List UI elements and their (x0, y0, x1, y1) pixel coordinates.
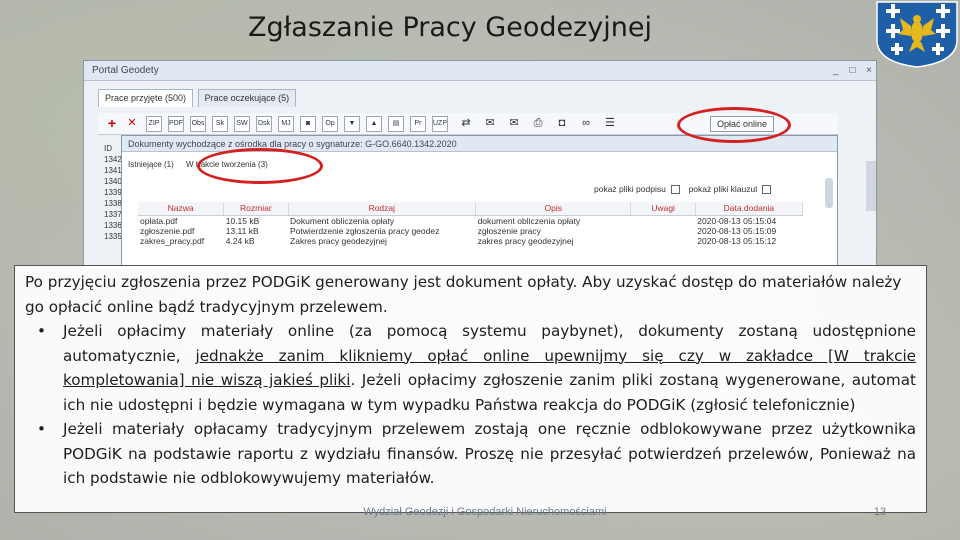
table-row[interactable]: opłata.pdf 10.15 kB Dokument obliczenia … (138, 215, 803, 226)
window-title: Portal Geodety (92, 65, 159, 76)
cell-name: zakres_pracy.pdf (140, 235, 205, 246)
maximize-icon[interactable]: □ (849, 61, 855, 81)
op-button[interactable]: Op (322, 116, 338, 132)
coat-of-arms-icon (876, 1, 958, 68)
col-notes[interactable]: Uwagi (630, 202, 696, 216)
tab-existing[interactable]: Istniejące (1) (128, 160, 174, 169)
cell-date: 2020-08-13 05:15:12 (697, 235, 777, 246)
chat-icon[interactable]: ✉ (482, 116, 498, 132)
print-icon[interactable]: ⎙ (530, 116, 546, 132)
cell-date: 2020-08-13 05:15:09 (697, 225, 777, 236)
window-scrollbar[interactable] (866, 161, 876, 211)
add-icon[interactable]: + (104, 116, 120, 132)
mj-button[interactable]: MJ (278, 116, 294, 132)
camera-icon[interactable]: ◙ (300, 116, 316, 132)
uzp-button[interactable]: UZP (432, 116, 448, 132)
col-desc[interactable]: Opis (475, 202, 632, 216)
cell-type: Potwierdzenie zgłoszenia pracy geodez (290, 225, 440, 236)
signature-checkbox[interactable] (671, 185, 681, 195)
cell-desc: zakres pracy geodezyjnej (477, 235, 574, 246)
cell-name: zgłoszenie.pdf (140, 225, 195, 236)
col-name[interactable]: Nazwa (138, 202, 225, 216)
table-row[interactable]: zakres_pracy.pdf 4.24 kB Zakres pracy ge… (138, 236, 803, 246)
in-progress-tab-highlight (197, 148, 323, 184)
cell-size: 13.11 kB (225, 225, 259, 236)
camera2-icon[interactable]: ◘ (554, 116, 570, 132)
file-icon[interactable]: ▤ (388, 116, 404, 132)
cell-type: Dokument obliczenia opłaty (290, 215, 394, 226)
download-icon[interactable]: ▼ (344, 116, 360, 132)
clause-checkbox[interactable] (762, 185, 772, 195)
close-icon[interactable]: × (866, 61, 872, 81)
cell-size: 4.24 kB (225, 235, 255, 246)
bullet-mark: • (37, 420, 46, 438)
intro-paragraph: Po przyjęciu zgłoszenia przez PODGiK gen… (25, 273, 902, 316)
bullet-online: • Jeżeli opłacimy materiały online (za p… (25, 319, 916, 417)
slide-title: Zgłaszanie Pracy Geodezyjnej (248, 12, 652, 43)
obs-button[interactable]: Obs (190, 116, 206, 132)
dsk-button[interactable]: Dsk (256, 116, 272, 132)
cell-name: opłata.pdf (140, 215, 178, 226)
pdf-button[interactable]: PDF (168, 116, 184, 132)
cell-desc: zgłoszenie pracy (477, 225, 541, 236)
sk-button[interactable]: Sk (212, 116, 228, 132)
bullet-transfer: • Jeżeli materiały opłacamy tradycyjnym … (25, 417, 916, 491)
col-date[interactable]: Data dodania (695, 202, 804, 216)
upload-icon[interactable]: ▲ (366, 116, 382, 132)
clause-checkbox-label: pokaż pliki klauzul (688, 184, 758, 194)
minimize-icon[interactable]: _ (833, 61, 839, 81)
pr-button[interactable]: Pr (410, 116, 426, 132)
tab-bar: Prace przyjęte (500) Prace oczekujące (5… (98, 89, 298, 107)
pay-online-highlight (677, 107, 791, 143)
table-header-row: Nazwa Rozmiar Rodzaj Opis Uwagi Data dod… (138, 202, 804, 216)
close-icon[interactable]: ✕ (124, 116, 140, 132)
bullet-transfer-text: Jeżeli materiały opłacamy tradycyjnym pr… (63, 420, 916, 487)
list-icon[interactable]: ☰ (602, 116, 618, 132)
binoculars-icon[interactable]: ∞ (578, 116, 594, 132)
sw-button[interactable]: SW (234, 116, 250, 132)
zip-button[interactable]: ZIP (146, 116, 162, 132)
documents-table: Nazwa Rozmiar Rodzaj Opis Uwagi Data dod… (138, 202, 804, 246)
tab-accepted[interactable]: Prace przyjęte (500) (98, 89, 194, 107)
cell-date: 2020-08-13 05:15:04 (697, 215, 777, 226)
table-row[interactable]: zgłoszenie.pdf 13.11 kB Potwierdzenie zg… (138, 226, 803, 236)
bullet-mark: • (37, 322, 46, 340)
mail-icon[interactable]: ✉ (506, 116, 522, 132)
cell-desc: dokument obliczenia opłaty (477, 215, 581, 226)
cell-notes (631, 236, 695, 246)
tab-pending[interactable]: Prace oczekujące (5) (197, 89, 297, 107)
cell-notes (631, 226, 695, 236)
col-type[interactable]: Rodzaj (288, 202, 477, 216)
col-size[interactable]: Rozmiar (223, 202, 289, 216)
cell-notes (631, 215, 695, 226)
cell-type: Zakres pracy geodezyjnej (290, 235, 387, 246)
file-filters: pokaż pliki podpisu pokaż pliki klauzul (594, 184, 777, 195)
dialog-scrollbar[interactable] (825, 178, 833, 208)
explanation-panel: Po przyjęciu zgłoszenia przez PODGiK gen… (14, 265, 927, 513)
window-titlebar: Portal Geodety _ □ × (84, 61, 876, 81)
cell-size: 10.15 kB (225, 215, 260, 226)
slide-footer: Wydział Geodezji i Gospodarki Nieruchomo… (363, 506, 607, 518)
sync-icon[interactable]: ⇄ (458, 116, 474, 132)
page-number: 13 (873, 506, 887, 518)
signature-checkbox-label: pokaż pliki podpisu (594, 184, 666, 194)
